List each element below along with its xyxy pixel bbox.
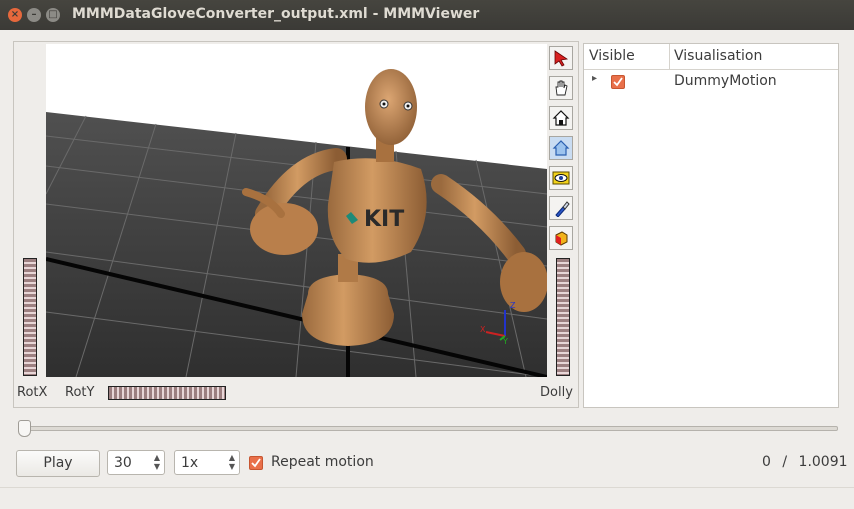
axis-x-label: X: [480, 325, 486, 334]
rotx-label: RotX: [17, 385, 48, 400]
speed-select[interactable]: 1x ▲ ▼: [174, 450, 240, 475]
play-button[interactable]: Play: [16, 450, 100, 477]
hand-pan-icon: [555, 80, 568, 96]
roty-label: RotY: [65, 385, 95, 400]
column-separator[interactable]: [669, 44, 670, 69]
fps-value: 30: [114, 455, 132, 471]
column-visible[interactable]: Visible: [589, 48, 635, 64]
seek-flashlight-icon: [555, 201, 570, 217]
repeat-motion-checkbox[interactable]: [249, 456, 263, 470]
status-bar: [0, 487, 854, 509]
dropdown-arrows-icon: ▲ ▼: [228, 453, 235, 471]
home-view-button[interactable]: [549, 106, 573, 130]
maximize-icon: □: [48, 9, 58, 20]
dolly-label: Dolly: [540, 385, 573, 400]
set-home-icon: [552, 140, 570, 156]
time-total: 1.0091: [798, 454, 848, 470]
view-all-button[interactable]: [549, 166, 573, 190]
speed-value: 1x: [181, 455, 199, 471]
timeline-handle[interactable]: [18, 420, 31, 437]
roty-thumbwheel[interactable]: [108, 386, 226, 400]
visible-checkbox[interactable]: [611, 75, 625, 89]
projection-cube-icon: [555, 231, 568, 246]
close-window-button[interactable]: ×: [8, 8, 22, 22]
seek-button[interactable]: [549, 196, 573, 220]
close-icon: ×: [10, 9, 20, 20]
time-separator: /: [782, 454, 788, 470]
tree-header: Visible Visualisation: [584, 44, 838, 70]
spin-arrows-icon[interactable]: ▲ ▼: [154, 453, 160, 471]
3d-viewport[interactable]: KIT Z X Y: [46, 44, 547, 377]
axis-y-label: Y: [502, 337, 508, 346]
rotx-thumbwheel[interactable]: [23, 258, 37, 376]
view-all-eye-icon: [552, 171, 570, 185]
window-title: MMMDataGloveConverter_output.xml - MMMVi…: [72, 6, 480, 22]
expand-arrow-icon[interactable]: ▸: [592, 73, 597, 84]
axis-z-label: Z: [510, 301, 516, 310]
projection-button[interactable]: [549, 226, 573, 250]
kit-logo: KIT: [364, 207, 404, 232]
scene-tree[interactable]: Visible Visualisation ▸ DummyMotion: [583, 43, 839, 408]
set-home-button[interactable]: [549, 136, 573, 160]
time-current: 0: [762, 454, 771, 470]
title-bar: × – □ MMMDataGloveConverter_output.xml -…: [0, 0, 854, 30]
pan-mode-button[interactable]: [549, 76, 573, 100]
maximize-window-button[interactable]: □: [46, 8, 60, 22]
tree-row[interactable]: ▸ DummyMotion: [584, 71, 838, 93]
column-visualisation[interactable]: Visualisation: [674, 48, 762, 64]
repeat-motion-label[interactable]: Repeat motion: [271, 454, 374, 470]
scene-render: KIT Z X Y: [46, 69, 547, 377]
checkmark-icon: [613, 77, 623, 87]
pick-mode-button[interactable]: [549, 46, 573, 70]
time-display: 0 / 1.0091: [762, 454, 848, 470]
fps-spinbox[interactable]: 30 ▲ ▼: [107, 450, 165, 475]
pick-arrow-icon: [554, 50, 569, 67]
minimize-window-button[interactable]: –: [27, 8, 41, 22]
minimize-icon: –: [31, 9, 37, 20]
dolly-thumbwheel[interactable]: [556, 258, 570, 376]
timeline-track[interactable]: [18, 426, 838, 431]
checkmark-icon: [251, 458, 261, 468]
visualisation-name: DummyMotion: [674, 73, 777, 89]
home-icon: [552, 110, 570, 126]
